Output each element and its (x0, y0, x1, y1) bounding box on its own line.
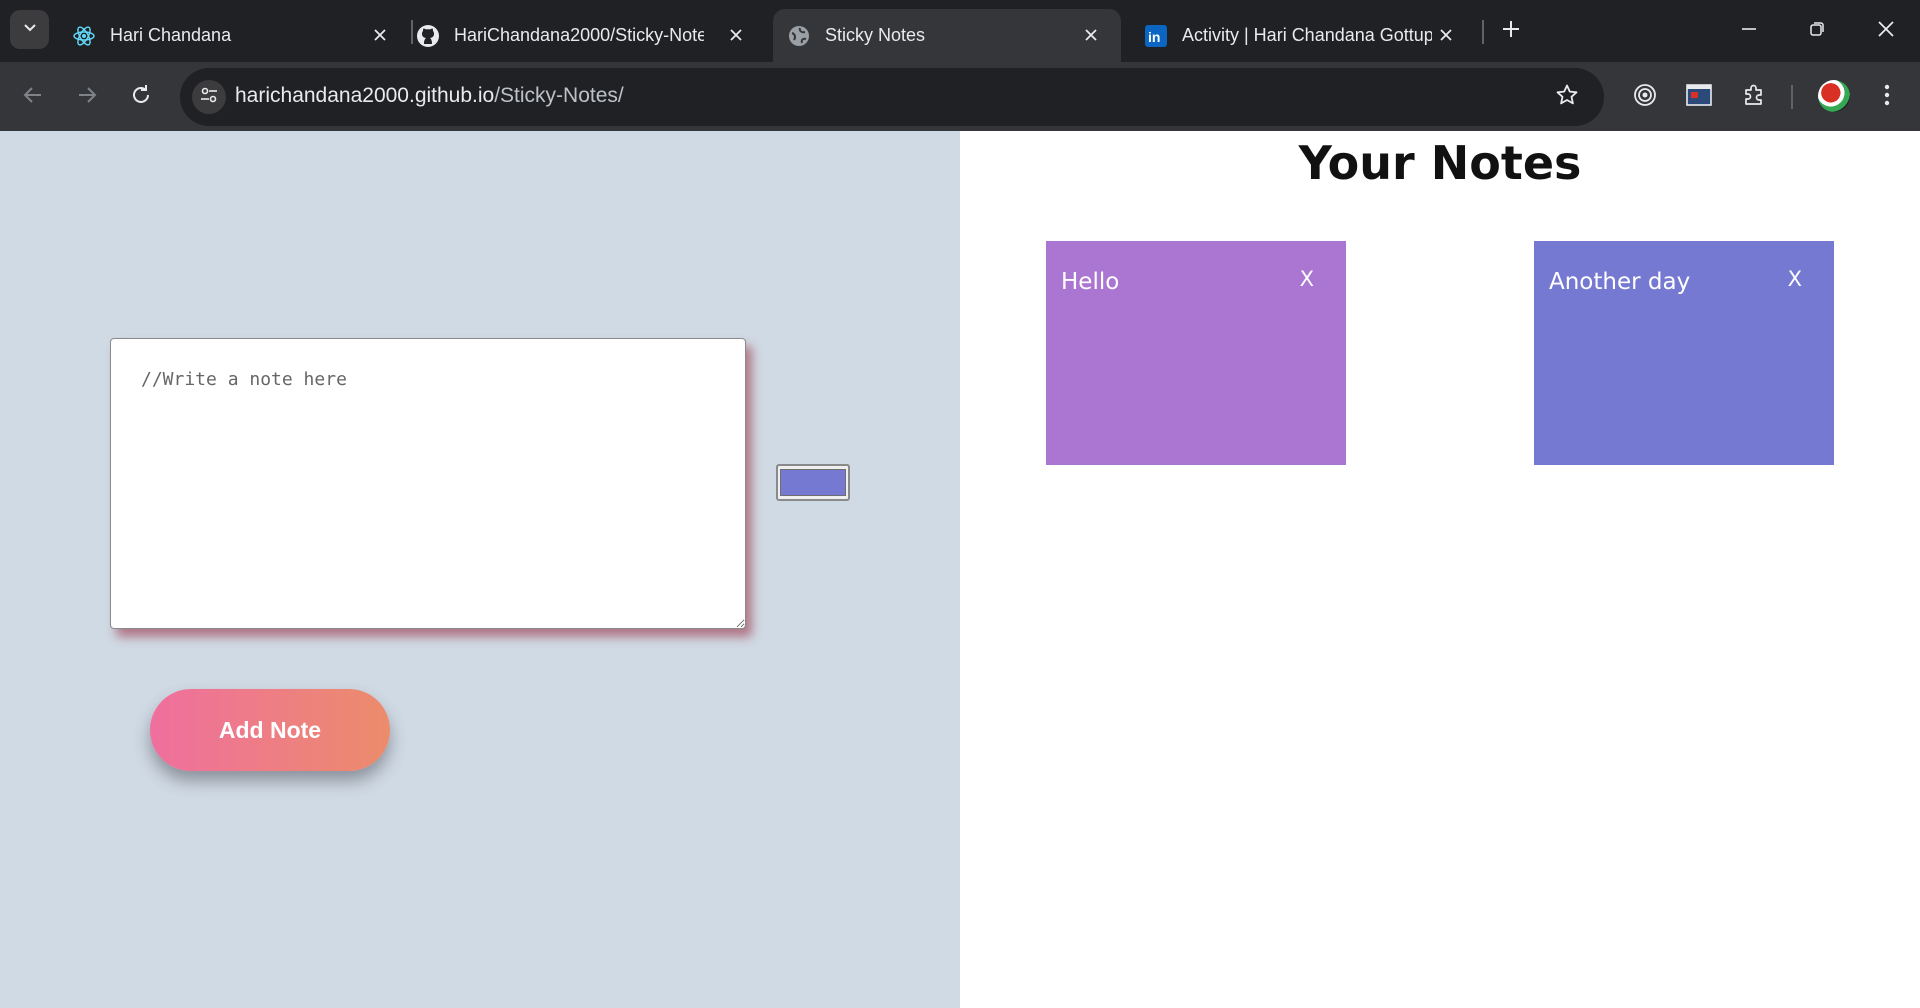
restore-button[interactable] (1802, 16, 1832, 46)
minimize-icon (1741, 21, 1757, 42)
tab-hari-chandana[interactable]: Hari Chandana (0, 9, 410, 62)
window-extension-icon (1686, 83, 1712, 112)
add-note-button[interactable]: Add Note (150, 689, 390, 771)
note-textarea[interactable] (110, 338, 746, 629)
globe-icon (787, 24, 811, 48)
target-icon (1633, 83, 1657, 112)
note-card: Hello X (1046, 241, 1346, 465)
extension-window-button[interactable] (1682, 80, 1716, 114)
restore-icon (1809, 21, 1825, 42)
github-icon (416, 24, 440, 48)
tab-title: Hari Chandana (110, 25, 232, 45)
close-icon (1877, 20, 1895, 43)
note-text: Hello (1061, 269, 1120, 295)
tune-icon (199, 85, 219, 110)
back-button[interactable] (16, 80, 50, 114)
reload-icon (130, 84, 152, 111)
toolbar-separator (1791, 85, 1793, 109)
browser-menu-button[interactable] (1870, 80, 1904, 114)
reload-button[interactable] (124, 80, 158, 114)
note-text: Another day (1549, 269, 1691, 295)
notes-panel: Your Notes Hello X Another day X (960, 131, 1920, 1008)
delete-note-button[interactable]: X (1300, 267, 1314, 291)
forward-button[interactable] (70, 80, 104, 114)
tab-sticky-notes[interactable]: Sticky Notes (773, 9, 1121, 62)
site-info-button[interactable] (192, 80, 226, 114)
url-text: harichandana2000.github.io/Sticky-Notes/ (235, 84, 624, 108)
star-icon (1555, 83, 1579, 112)
extensions-button[interactable] (1737, 80, 1771, 114)
notes-heading: Your Notes (1298, 136, 1582, 190)
browser-tab-strip: Hari Chandana HariChandana2000/Sticky-No… (0, 0, 1920, 62)
bookmark-button[interactable] (1552, 82, 1582, 112)
tab-title: Sticky Notes (825, 25, 926, 45)
tab-close-icon[interactable] (1079, 23, 1103, 47)
arrow-right-icon (76, 84, 98, 111)
tab-separator (1482, 20, 1484, 44)
tab-title: Activity | Hari Chandana Gottupati (1182, 25, 1432, 45)
url-host: harichandana2000.github.io (235, 84, 495, 107)
extension-target-button[interactable] (1628, 80, 1662, 114)
linkedin-icon: in (1144, 24, 1168, 48)
profile-avatar[interactable] (1818, 80, 1850, 112)
page-content: Add Note Your Notes Hello X Another day … (0, 131, 1920, 1008)
react-icon (72, 24, 96, 48)
svg-text:in: in (1148, 29, 1160, 45)
tab-close-icon[interactable] (724, 23, 748, 47)
close-window-button[interactable] (1871, 16, 1901, 46)
tab-linkedin-activity[interactable]: in Activity | Hari Chandana Gottupati (1126, 9, 1476, 62)
delete-note-button[interactable]: X (1788, 267, 1802, 291)
color-picker[interactable] (776, 464, 850, 501)
url-path: /Sticky-Notes/ (494, 84, 624, 107)
address-bar[interactable]: harichandana2000.github.io/Sticky-Notes/ (180, 68, 1604, 126)
tab-title: HariChandana2000/Sticky-Notes (454, 25, 704, 45)
new-tab-button[interactable] (1496, 16, 1526, 46)
note-card: Another day X (1534, 241, 1834, 465)
arrow-left-icon (22, 84, 44, 111)
more-vertical-icon (1884, 84, 1890, 111)
tab-github-repo[interactable]: HariChandana2000/Sticky-Notes (356, 9, 766, 62)
browser-toolbar: harichandana2000.github.io/Sticky-Notes/ (0, 62, 1920, 131)
note-editor-panel: Add Note (0, 131, 960, 1008)
plus-icon (1502, 20, 1520, 43)
minimize-button[interactable] (1734, 16, 1764, 46)
puzzle-icon (1742, 83, 1766, 112)
tab-close-icon[interactable] (1434, 23, 1458, 47)
color-swatch (780, 469, 846, 496)
